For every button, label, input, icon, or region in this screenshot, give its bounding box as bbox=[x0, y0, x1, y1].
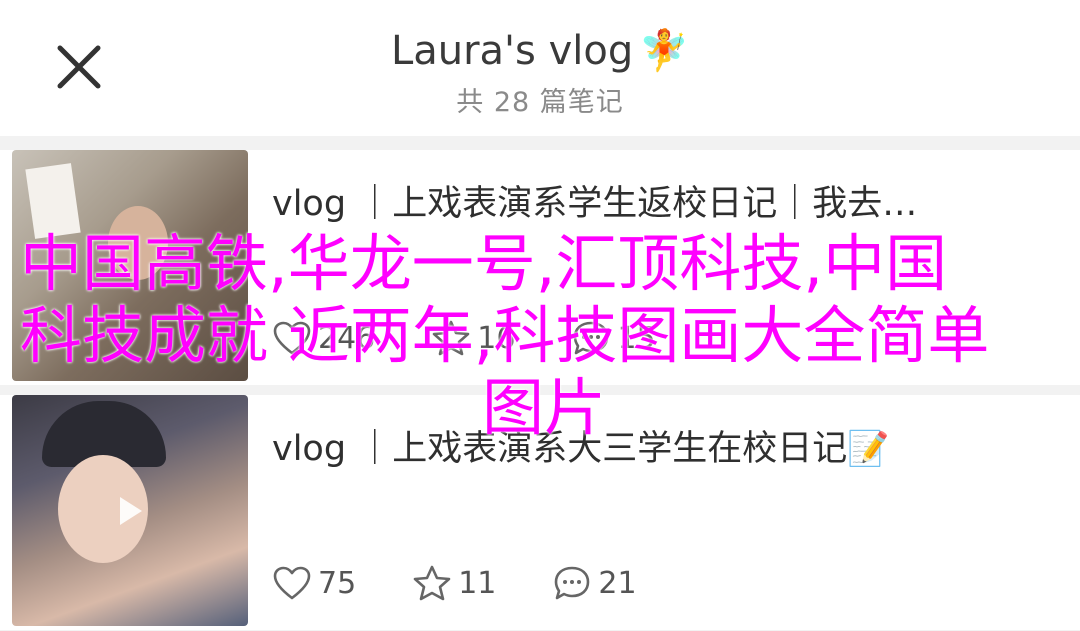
like-stat[interactable]: 75 bbox=[272, 565, 356, 601]
comment-stat[interactable]: 21 bbox=[552, 564, 637, 602]
note-title-text: vlog ｜上戏表演系大三学生在校日记 bbox=[272, 429, 848, 469]
header: Laura's vlog 🧚 共 28 篇笔记 bbox=[0, 0, 1080, 136]
comment-icon[interactable] bbox=[571, 319, 611, 357]
note-stats: 246 16 15 bbox=[272, 318, 712, 358]
comment-count: 15 bbox=[617, 320, 656, 356]
star-stat[interactable]: 16 bbox=[431, 319, 515, 357]
star-stat[interactable]: 11 bbox=[412, 564, 496, 602]
comment-stat[interactable]: 15 bbox=[571, 319, 656, 357]
note-count: 共 28 篇笔记 bbox=[456, 87, 624, 118]
like-stat[interactable]: 246 bbox=[272, 320, 375, 356]
comment-count: 21 bbox=[598, 565, 637, 601]
play-icon[interactable] bbox=[120, 497, 142, 525]
person-shape bbox=[108, 206, 168, 280]
heart-icon[interactable] bbox=[272, 565, 312, 601]
star-count: 16 bbox=[477, 320, 516, 356]
note-title[interactable]: vlog ｜上戏表演系学生返校日记｜我去… bbox=[272, 180, 1062, 228]
paper-shape bbox=[25, 163, 81, 239]
page-title: Laura's vlog 🧚 bbox=[0, 22, 1080, 80]
note-thumbnail[interactable] bbox=[12, 395, 248, 626]
note-title[interactable]: vlog ｜上戏表演系大三学生在校日记📝 bbox=[272, 425, 1062, 473]
like-count: 246 bbox=[318, 320, 376, 356]
memo-icon: 📝 bbox=[847, 429, 890, 469]
page-title-text: Laura's vlog bbox=[390, 28, 634, 74]
comment-icon[interactable] bbox=[552, 564, 592, 602]
fairy-icon: 🧚 bbox=[639, 28, 690, 74]
heart-icon[interactable] bbox=[272, 320, 312, 356]
star-icon[interactable] bbox=[431, 319, 471, 357]
note-stats: 75 11 21 bbox=[272, 563, 693, 603]
star-icon[interactable] bbox=[412, 564, 452, 602]
like-count: 75 bbox=[318, 565, 357, 601]
note-card[interactable]: vlog ｜上戏表演系学生返校日记｜我去… 246 16 15 bbox=[0, 150, 1080, 385]
note-thumbnail[interactable] bbox=[12, 150, 248, 381]
note-card[interactable]: vlog ｜上戏表演系大三学生在校日记📝 75 11 21 bbox=[0, 395, 1080, 630]
star-count: 11 bbox=[458, 565, 497, 601]
